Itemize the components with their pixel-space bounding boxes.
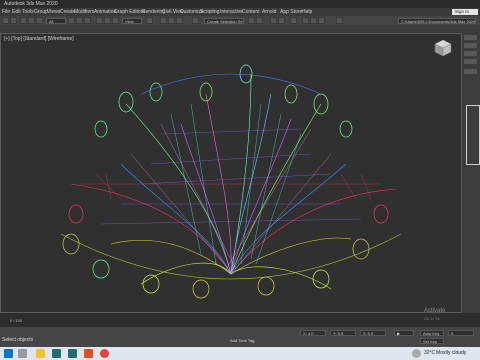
main-toolbar: All View Create Selection Se C:\Users\DE… xyxy=(0,16,480,25)
render-setup-icon[interactable] xyxy=(302,17,309,24)
menu-graph-editors[interactable]: Graph Editors xyxy=(114,9,145,15)
z-coordinate-field[interactable]: Z: 0.0 xyxy=(360,330,386,336)
select-object-icon[interactable] xyxy=(68,17,75,24)
set-key-button[interactable]: Set Key xyxy=(420,338,444,344)
powerpoint-icon[interactable] xyxy=(84,349,93,358)
select-by-name-icon[interactable] xyxy=(76,17,83,24)
mirror-icon[interactable] xyxy=(248,17,255,24)
undo-icon[interactable] xyxy=(2,17,9,24)
start-icon[interactable] xyxy=(4,349,13,358)
activate-windows-hint: Go to Se xyxy=(424,316,440,321)
redo-icon[interactable] xyxy=(10,17,17,24)
menu-edit[interactable]: Edit xyxy=(12,9,21,15)
menu-file[interactable]: File xyxy=(2,9,10,15)
region-select-icon[interactable] xyxy=(84,17,91,24)
3ds-max-window-icon[interactable] xyxy=(68,349,77,358)
menu-scripting[interactable]: Scripting xyxy=(200,9,219,15)
perspective-viewport[interactable]: [+] [Top] [Standard] [Wireframe] xyxy=(0,33,462,313)
status-bar: Select objects X: 4.0 Y: 5.0 Z: 0.0 Add … xyxy=(0,327,480,347)
selection-filter-select[interactable]: All xyxy=(46,17,66,24)
create-tab[interactable] xyxy=(464,35,477,40)
modifier-list-field[interactable] xyxy=(464,69,477,74)
ribbon-bar xyxy=(0,25,480,33)
layer-explorer-icon[interactable] xyxy=(270,17,277,24)
window-title: Autodesk 3ds Max 2020 xyxy=(4,1,58,7)
named-selection-set-select[interactable]: Create Selection Se xyxy=(204,17,244,24)
weather-text: Mostly cloudy xyxy=(436,350,467,356)
viewcube-icon[interactable] xyxy=(431,38,453,58)
menu-app-store[interactable]: App Store xyxy=(280,9,302,15)
search-icon[interactable] xyxy=(18,349,27,358)
frame-counter[interactable]: 0 / 100 xyxy=(10,318,22,323)
motion-tab[interactable] xyxy=(464,59,477,64)
menu-interactive[interactable]: Interactive xyxy=(220,9,243,15)
menu-views[interactable]: Views xyxy=(47,9,60,15)
curve-editor-icon[interactable] xyxy=(278,17,285,24)
bind-space-warp-icon[interactable] xyxy=(36,17,43,24)
material-editor-icon[interactable] xyxy=(290,17,297,24)
menu-arnold[interactable]: Arnold xyxy=(262,9,276,15)
hierarchy-tab[interactable] xyxy=(464,51,477,56)
windows-taskbar: 32°C Mostly cloudy xyxy=(0,347,480,360)
viewcube[interactable] xyxy=(431,38,453,60)
reference-coord-select[interactable]: View xyxy=(122,17,142,24)
render-icon[interactable] xyxy=(318,17,325,24)
scale-icon[interactable] xyxy=(112,17,119,24)
pivot-icon[interactable] xyxy=(146,17,153,24)
menu-create[interactable]: Create xyxy=(60,9,75,15)
percent-snap-icon[interactable] xyxy=(176,17,183,24)
menu-tools[interactable]: Tools xyxy=(22,9,34,15)
frame-field[interactable]: 0 xyxy=(448,330,474,336)
menu-content[interactable]: Content xyxy=(242,9,260,15)
y-coordinate-field[interactable]: Y: 5.0 xyxy=(330,330,356,336)
menu-help[interactable]: Help xyxy=(302,9,312,15)
modify-tab[interactable] xyxy=(464,43,477,48)
rendered-frame-window-icon[interactable] xyxy=(310,17,317,24)
unlink-icon[interactable] xyxy=(28,17,35,24)
menu-bar: File Edit Tools Group Views Create Modif… xyxy=(0,8,480,16)
temperature: 32°C xyxy=(424,350,436,356)
weather-icon[interactable] xyxy=(412,349,421,358)
3ds-max-icon[interactable] xyxy=(52,349,61,358)
project-path-field[interactable]: C:\Users\DELL\Documents\3ds Max 2020 xyxy=(398,17,476,24)
snap-icon[interactable] xyxy=(160,17,167,24)
status-prompt: Select objects xyxy=(2,337,34,343)
modifier-stack[interactable] xyxy=(466,105,480,165)
menu-group[interactable]: Group xyxy=(34,9,48,15)
project-folder-icon[interactable] xyxy=(336,17,343,24)
align-icon[interactable] xyxy=(256,17,263,24)
sign-in-button[interactable]: Sign In xyxy=(452,9,478,15)
move-icon[interactable] xyxy=(96,17,103,24)
x-coordinate-field[interactable]: X: 4.0 xyxy=(300,330,326,336)
menu-modifiers[interactable]: Modifiers xyxy=(74,9,94,15)
auto-key-button[interactable]: Auto Key xyxy=(420,330,444,336)
edit-named-selection-icon[interactable] xyxy=(192,17,199,24)
play-animation-button[interactable]: ▶ xyxy=(394,330,414,336)
angle-snap-icon[interactable] xyxy=(168,17,175,24)
link-icon[interactable] xyxy=(20,17,27,24)
title-bar: Autodesk 3ds Max 2020 xyxy=(0,0,480,8)
rotate-icon[interactable] xyxy=(104,17,111,24)
command-panel xyxy=(462,33,480,313)
chrome-icon[interactable] xyxy=(100,349,109,358)
file-explorer-icon[interactable] xyxy=(36,349,45,358)
menu-animation[interactable]: Animation xyxy=(94,9,116,15)
add-time-tag[interactable]: Add Time Tag xyxy=(230,338,254,343)
timeline[interactable]: 0 / 100 xyxy=(0,313,480,327)
activate-windows-watermark: Activate xyxy=(424,308,446,314)
wireframe-plants xyxy=(60,64,402,299)
